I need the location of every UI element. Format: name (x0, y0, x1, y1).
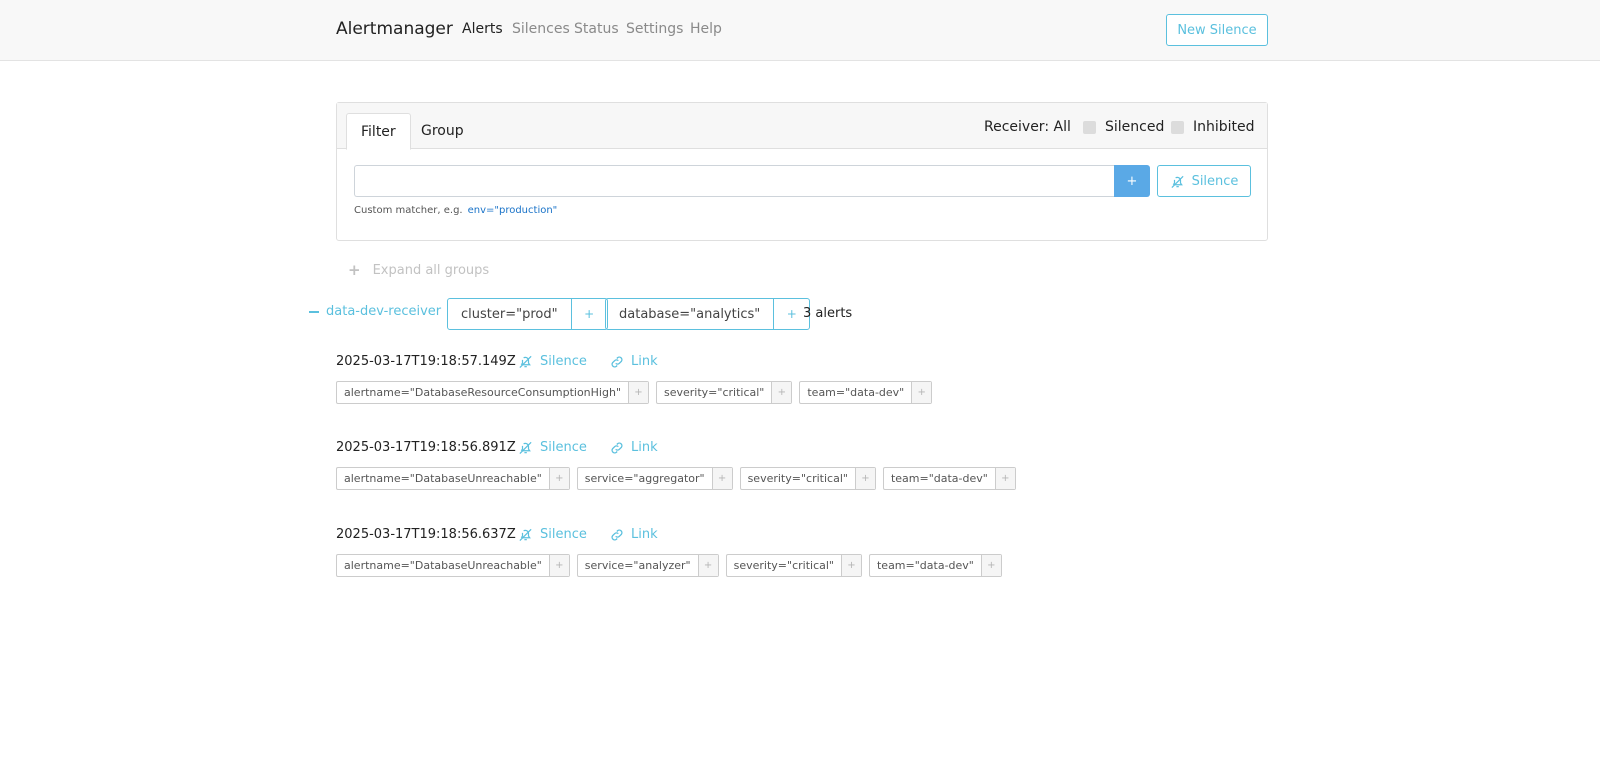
filter-card: Filter Group Receiver: All Silenced Inhi… (336, 102, 1268, 241)
alert-link-button[interactable]: Link (610, 440, 658, 455)
bell-slash-icon (519, 528, 532, 542)
alert-label[interactable]: severity="critical" + (656, 381, 793, 404)
alert-label[interactable]: alertname="DatabaseResourceConsumptionHi… (336, 381, 649, 404)
add-label-filter-button[interactable]: + (981, 555, 1001, 576)
new-silence-button[interactable]: New Silence (1166, 14, 1268, 46)
receiver-dropdown[interactable]: Receiver: All (984, 119, 1071, 135)
alert-label[interactable]: alertname="DatabaseUnreachable" + (336, 467, 570, 490)
checkbox-box[interactable] (1171, 120, 1184, 134)
alert-link-label: Link (631, 354, 658, 369)
alert-labels: alertname="DatabaseResourceConsumptionHi… (336, 381, 939, 404)
alert-labels: alertname="DatabaseUnreachable" + service… (336, 554, 1009, 577)
silence-filter-button[interactable]: Silence (1157, 165, 1251, 197)
hint-example[interactable]: env="production" (468, 205, 558, 216)
silenced-label: Silenced (1105, 119, 1165, 135)
add-label-filter-button[interactable]: + (855, 468, 875, 489)
inhibited-checkbox[interactable]: Inhibited (1171, 119, 1255, 135)
add-label-filter-button[interactable]: + (995, 468, 1015, 489)
add-group-label-button[interactable]: + (572, 299, 607, 329)
minus-icon (309, 310, 319, 313)
alert-silence-button[interactable]: Silence (518, 527, 587, 542)
filter-card-header: Filter Group Receiver: All Silenced Inhi… (337, 103, 1267, 150)
alert-label-text[interactable]: team="data-dev" (870, 555, 982, 576)
add-label-filter-button[interactable]: + (549, 468, 569, 489)
alert-label-text[interactable]: service="analyzer" (578, 555, 699, 576)
nav-alerts[interactable]: Alerts (462, 21, 503, 37)
alert-label[interactable]: severity="critical" + (739, 467, 876, 490)
alert-link-button[interactable]: Link (610, 527, 658, 542)
expand-all-label: Expand all groups (372, 262, 490, 278)
add-label-filter-button[interactable]: + (841, 555, 861, 576)
silenced-checkbox[interactable]: Silenced (1083, 119, 1164, 135)
group-label-database[interactable]: database="analytics" + (605, 298, 811, 330)
alert-timestamp: 2025-03-17T19:18:57.149Z (336, 354, 516, 369)
alert-label[interactable]: team="data-dev" + (868, 554, 1002, 577)
alert-count: 3 alerts (803, 306, 853, 321)
add-label-filter-button[interactable]: + (629, 382, 648, 403)
alert-label-text[interactable]: severity="critical" (741, 468, 856, 489)
alert-label[interactable]: team="data-dev" + (799, 381, 933, 404)
alert-label-text[interactable]: team="data-dev" (800, 382, 913, 403)
alert-label-text[interactable]: team="data-dev" (884, 468, 996, 489)
alert-label-text[interactable]: severity="critical" (657, 382, 773, 403)
alert-silence-button[interactable]: Silence (518, 354, 587, 369)
tab-group[interactable]: Group (407, 113, 478, 149)
group-label-cluster[interactable]: cluster="prod" + (447, 298, 608, 330)
filter-input[interactable] (354, 165, 1114, 197)
add-label-filter-button[interactable]: + (549, 555, 569, 576)
link-icon (611, 441, 623, 454)
alert-label[interactable]: service="analyzer" + (576, 554, 719, 577)
bell-slash-icon (1171, 175, 1184, 188)
hint-text: Custom matcher, e.g. (354, 205, 463, 216)
alert-link-label: Link (631, 440, 658, 455)
alert-silence-label: Silence (540, 527, 587, 542)
alert-labels: alertname="DatabaseUnreachable" + service… (336, 467, 1023, 490)
navbar: Alertmanager Alerts Silences Status Sett… (0, 0, 1600, 61)
tab-filter[interactable]: Filter (346, 113, 411, 150)
alert-timestamp: 2025-03-17T19:18:56.891Z (336, 440, 516, 455)
alert-label-text[interactable]: alertname="DatabaseUnreachable" (337, 555, 550, 576)
nav-help[interactable]: Help (690, 21, 722, 37)
alert-silence-label: Silence (540, 354, 587, 369)
nav-status[interactable]: Status (574, 21, 619, 37)
expand-all-groups[interactable]: + Expand all groups (348, 261, 489, 279)
alert-silence-button[interactable]: Silence (518, 440, 587, 455)
link-icon (611, 528, 623, 541)
add-label-filter-button[interactable]: + (712, 468, 732, 489)
alert-label-text[interactable]: alertname="DatabaseResourceConsumptionHi… (337, 382, 629, 403)
alert-label-text[interactable]: alertname="DatabaseUnreachable" (337, 468, 550, 489)
alert-label[interactable]: team="data-dev" + (882, 467, 1016, 490)
brand[interactable]: Alertmanager (336, 19, 453, 39)
bell-slash-icon (519, 355, 532, 369)
alert-link-label: Link (631, 527, 658, 542)
add-filter-button[interactable]: + (1114, 165, 1150, 197)
group-label-text[interactable]: cluster="prod" (448, 299, 572, 329)
alert-label[interactable]: severity="critical" + (725, 554, 862, 577)
alert-label-text[interactable]: severity="critical" (727, 555, 842, 576)
checkbox-box[interactable] (1083, 120, 1096, 134)
collapse-group-button[interactable]: data-dev-receiver (309, 304, 441, 319)
plus-icon: + (348, 261, 361, 279)
nav-settings[interactable]: Settings (626, 21, 683, 37)
alert-silence-label: Silence (540, 440, 587, 455)
link-icon (611, 355, 623, 368)
nav-silences[interactable]: Silences (512, 21, 570, 37)
alert-label[interactable]: alertname="DatabaseUnreachable" + (336, 554, 570, 577)
alert-timestamp: 2025-03-17T19:18:56.637Z (336, 527, 516, 542)
add-label-filter-button[interactable]: + (912, 382, 932, 403)
matcher-hint: Custom matcher, e.g. env="production" (354, 205, 557, 216)
inhibited-label: Inhibited (1193, 119, 1255, 135)
bell-slash-icon (519, 441, 532, 455)
alert-label[interactable]: service="aggregator" + (576, 467, 733, 490)
group-label-text[interactable]: database="analytics" (606, 299, 775, 329)
add-label-filter-button[interactable]: + (698, 555, 718, 576)
group-receiver: data-dev-receiver (326, 304, 442, 319)
silence-filter-label: Silence (1191, 173, 1239, 189)
alert-link-button[interactable]: Link (610, 354, 658, 369)
alert-label-text[interactable]: service="aggregator" (578, 468, 713, 489)
add-label-filter-button[interactable]: + (772, 382, 792, 403)
